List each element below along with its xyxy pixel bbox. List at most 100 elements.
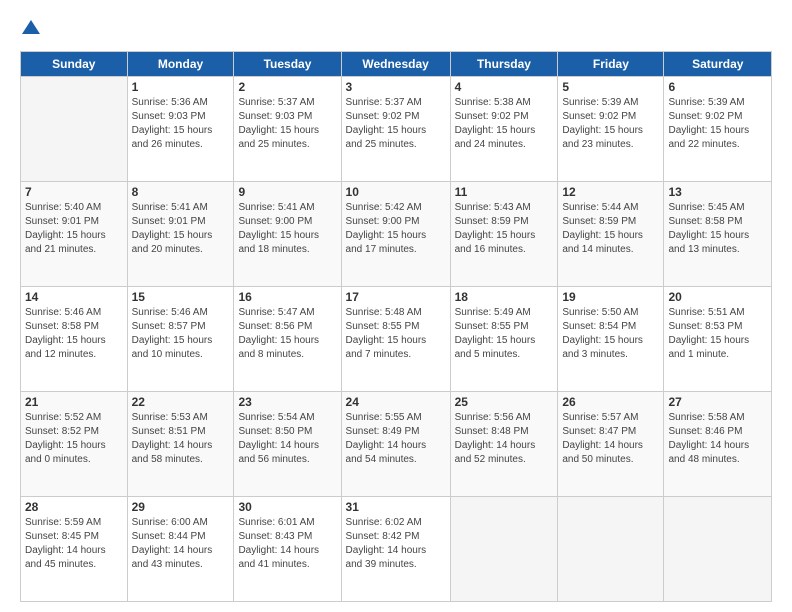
calendar-cell: 3 Sunrise: 5:37 AM Sunset: 9:02 PM Daylig… (341, 77, 450, 182)
calendar-table: SundayMondayTuesdayWednesdayThursdayFrid… (20, 51, 772, 602)
calendar-cell: 27 Sunrise: 5:58 AM Sunset: 8:46 PM Dayli… (664, 392, 772, 497)
day-number: 22 (132, 395, 230, 409)
day-number: 4 (455, 80, 554, 94)
day-info: Sunrise: 5:53 AM Sunset: 8:51 PM Dayligh… (132, 411, 230, 467)
calendar-cell: 9 Sunrise: 5:41 AM Sunset: 9:00 PM Daylig… (234, 182, 341, 287)
day-info: Sunrise: 5:37 AM Sunset: 9:03 PM Dayligh… (238, 96, 336, 152)
day-number: 21 (25, 395, 123, 409)
day-info: Sunrise: 5:46 AM Sunset: 8:57 PM Dayligh… (132, 306, 230, 362)
day-info: Sunrise: 5:45 AM Sunset: 8:58 PM Dayligh… (668, 201, 767, 257)
calendar-cell: 24 Sunrise: 5:55 AM Sunset: 8:49 PM Dayli… (341, 392, 450, 497)
calendar-cell (21, 77, 128, 182)
calendar-cell: 29 Sunrise: 6:00 AM Sunset: 8:44 PM Dayli… (127, 497, 234, 602)
day-number: 5 (562, 80, 659, 94)
day-number: 8 (132, 185, 230, 199)
day-number: 26 (562, 395, 659, 409)
calendar-cell: 12 Sunrise: 5:44 AM Sunset: 8:59 PM Dayli… (558, 182, 664, 287)
calendar-cell: 15 Sunrise: 5:46 AM Sunset: 8:57 PM Dayli… (127, 287, 234, 392)
calendar-cell: 7 Sunrise: 5:40 AM Sunset: 9:01 PM Daylig… (21, 182, 128, 287)
day-number: 6 (668, 80, 767, 94)
day-number: 2 (238, 80, 336, 94)
calendar-cell: 14 Sunrise: 5:46 AM Sunset: 8:58 PM Dayli… (21, 287, 128, 392)
day-number: 7 (25, 185, 123, 199)
day-info: Sunrise: 5:37 AM Sunset: 9:02 PM Dayligh… (346, 96, 446, 152)
day-number: 16 (238, 290, 336, 304)
calendar-cell: 19 Sunrise: 5:50 AM Sunset: 8:54 PM Dayli… (558, 287, 664, 392)
day-info: Sunrise: 5:41 AM Sunset: 9:01 PM Dayligh… (132, 201, 230, 257)
day-info: Sunrise: 5:48 AM Sunset: 8:55 PM Dayligh… (346, 306, 446, 362)
day-info: Sunrise: 6:00 AM Sunset: 8:44 PM Dayligh… (132, 516, 230, 572)
calendar-cell (450, 497, 558, 602)
day-number: 20 (668, 290, 767, 304)
day-number: 15 (132, 290, 230, 304)
calendar-week-row: 14 Sunrise: 5:46 AM Sunset: 8:58 PM Dayli… (21, 287, 772, 392)
calendar-cell: 26 Sunrise: 5:57 AM Sunset: 8:47 PM Dayli… (558, 392, 664, 497)
calendar-cell: 16 Sunrise: 5:47 AM Sunset: 8:56 PM Dayli… (234, 287, 341, 392)
calendar-cell (664, 497, 772, 602)
day-info: Sunrise: 5:58 AM Sunset: 8:46 PM Dayligh… (668, 411, 767, 467)
calendar-cell: 18Sunrise: 5:49 AM Sunset: 8:55 PM Dayli… (450, 287, 558, 392)
day-number: 3 (346, 80, 446, 94)
logo-icon (22, 18, 40, 36)
calendar-cell: 4 Sunrise: 5:38 AM Sunset: 9:02 PM Daylig… (450, 77, 558, 182)
calendar-day-header: Wednesday (341, 52, 450, 77)
day-info: Sunrise: 5:39 AM Sunset: 9:02 PM Dayligh… (668, 96, 767, 152)
day-info: Sunrise: 5:54 AM Sunset: 8:50 PM Dayligh… (238, 411, 336, 467)
calendar-cell: 2 Sunrise: 5:37 AM Sunset: 9:03 PM Daylig… (234, 77, 341, 182)
calendar-cell: 22 Sunrise: 5:53 AM Sunset: 8:51 PM Dayli… (127, 392, 234, 497)
day-info: Sunrise: 5:47 AM Sunset: 8:56 PM Dayligh… (238, 306, 336, 362)
calendar-cell: 20 Sunrise: 5:51 AM Sunset: 8:53 PM Dayli… (664, 287, 772, 392)
day-info: Sunrise: 5:49 AM Sunset: 8:55 PM Dayligh… (455, 306, 554, 362)
calendar-day-header: Friday (558, 52, 664, 77)
day-info: Sunrise: 5:42 AM Sunset: 9:00 PM Dayligh… (346, 201, 446, 257)
logo (20, 18, 40, 41)
day-number: 10 (346, 185, 446, 199)
day-number: 11 (455, 185, 554, 199)
day-info: Sunrise: 5:38 AM Sunset: 9:02 PM Dayligh… (455, 96, 554, 152)
calendar-week-row: 7 Sunrise: 5:40 AM Sunset: 9:01 PM Daylig… (21, 182, 772, 287)
calendar-day-header: Thursday (450, 52, 558, 77)
day-number: 31 (346, 500, 446, 514)
day-number: 9 (238, 185, 336, 199)
day-info: Sunrise: 5:51 AM Sunset: 8:53 PM Dayligh… (668, 306, 767, 362)
calendar-week-row: 1Sunrise: 5:36 AM Sunset: 9:03 PM Daylig… (21, 77, 772, 182)
day-number: 13 (668, 185, 767, 199)
calendar-cell: 13 Sunrise: 5:45 AM Sunset: 8:58 PM Dayli… (664, 182, 772, 287)
day-info: Sunrise: 5:41 AM Sunset: 9:00 PM Dayligh… (238, 201, 336, 257)
calendar-cell: 25Sunrise: 5:56 AM Sunset: 8:48 PM Dayli… (450, 392, 558, 497)
day-info: Sunrise: 5:56 AM Sunset: 8:48 PM Dayligh… (455, 411, 554, 467)
day-info: Sunrise: 5:40 AM Sunset: 9:01 PM Dayligh… (25, 201, 123, 257)
page: SundayMondayTuesdayWednesdayThursdayFrid… (0, 0, 792, 612)
calendar-cell: 30Sunrise: 6:01 AM Sunset: 8:43 PM Dayli… (234, 497, 341, 602)
day-number: 14 (25, 290, 123, 304)
calendar-cell: 6 Sunrise: 5:39 AM Sunset: 9:02 PM Daylig… (664, 77, 772, 182)
calendar-header-row: SundayMondayTuesdayWednesdayThursdayFrid… (21, 52, 772, 77)
day-info: Sunrise: 5:46 AM Sunset: 8:58 PM Dayligh… (25, 306, 123, 362)
calendar-cell: 10 Sunrise: 5:42 AM Sunset: 9:00 PM Dayli… (341, 182, 450, 287)
day-info: Sunrise: 5:44 AM Sunset: 8:59 PM Dayligh… (562, 201, 659, 257)
day-info: Sunrise: 5:36 AM Sunset: 9:03 PM Dayligh… (132, 96, 230, 152)
day-number: 27 (668, 395, 767, 409)
day-info: Sunrise: 6:02 AM Sunset: 8:42 PM Dayligh… (346, 516, 446, 572)
day-number: 24 (346, 395, 446, 409)
day-number: 12 (562, 185, 659, 199)
day-info: Sunrise: 5:52 AM Sunset: 8:52 PM Dayligh… (25, 411, 123, 467)
day-number: 19 (562, 290, 659, 304)
day-number: 23 (238, 395, 336, 409)
calendar-cell (558, 497, 664, 602)
calendar-cell: 11Sunrise: 5:43 AM Sunset: 8:59 PM Dayli… (450, 182, 558, 287)
calendar-cell: 5Sunrise: 5:39 AM Sunset: 9:02 PM Daylig… (558, 77, 664, 182)
calendar-day-header: Monday (127, 52, 234, 77)
calendar-day-header: Sunday (21, 52, 128, 77)
header (20, 18, 772, 41)
calendar-cell: 23 Sunrise: 5:54 AM Sunset: 8:50 PM Dayli… (234, 392, 341, 497)
calendar-cell: 28Sunrise: 5:59 AM Sunset: 8:45 PM Dayli… (21, 497, 128, 602)
calendar-week-row: 21 Sunrise: 5:52 AM Sunset: 8:52 PM Dayli… (21, 392, 772, 497)
calendar-cell: 17Sunrise: 5:48 AM Sunset: 8:55 PM Dayli… (341, 287, 450, 392)
calendar-cell: 8 Sunrise: 5:41 AM Sunset: 9:01 PM Daylig… (127, 182, 234, 287)
day-number: 29 (132, 500, 230, 514)
day-info: Sunrise: 5:55 AM Sunset: 8:49 PM Dayligh… (346, 411, 446, 467)
day-info: Sunrise: 5:50 AM Sunset: 8:54 PM Dayligh… (562, 306, 659, 362)
day-info: Sunrise: 5:57 AM Sunset: 8:47 PM Dayligh… (562, 411, 659, 467)
calendar-week-row: 28Sunrise: 5:59 AM Sunset: 8:45 PM Dayli… (21, 497, 772, 602)
